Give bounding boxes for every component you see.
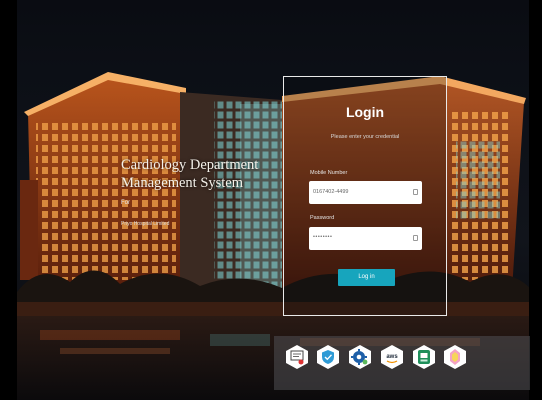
contact-card-icon	[413, 189, 418, 195]
app-title-line2: Management System	[121, 175, 244, 191]
mobile-number-label: Mobile Number	[310, 170, 348, 176]
compliance-badge-icon	[411, 344, 437, 370]
certification-strip: aws	[274, 336, 530, 390]
aws-icon: aws	[379, 344, 405, 370]
for-label: For	[121, 200, 130, 206]
app-title: Cardiology Department Management System	[121, 156, 281, 192]
login-subtitle: Please enter your credential	[330, 134, 400, 140]
login-title: Login	[345, 104, 385, 120]
right-black-edge	[529, 0, 542, 400]
security-gear-icon	[347, 344, 373, 370]
award-certificate-icon	[284, 344, 310, 370]
quality-badge-icon	[442, 344, 468, 370]
app-title-line1: Cardiology Department	[121, 157, 259, 173]
verified-shield-icon	[315, 344, 341, 370]
password-value: ••••••••	[313, 234, 333, 240]
login-button[interactable]: Log in	[338, 269, 395, 286]
mobile-number-value: 0167402-4499	[313, 189, 349, 195]
left-black-edge	[0, 0, 17, 400]
lock-icon	[413, 235, 418, 241]
password-label: Password	[310, 215, 335, 221]
mobile-number-field[interactable]: 0167402-4499	[309, 181, 422, 204]
login-panel: Login Please enter your credential Mobil…	[283, 76, 447, 316]
aws-label: aws	[386, 354, 398, 360]
organization-label: Priyo Hospital Limited	[121, 221, 170, 227]
password-field[interactable]: ••••••••	[309, 227, 422, 250]
